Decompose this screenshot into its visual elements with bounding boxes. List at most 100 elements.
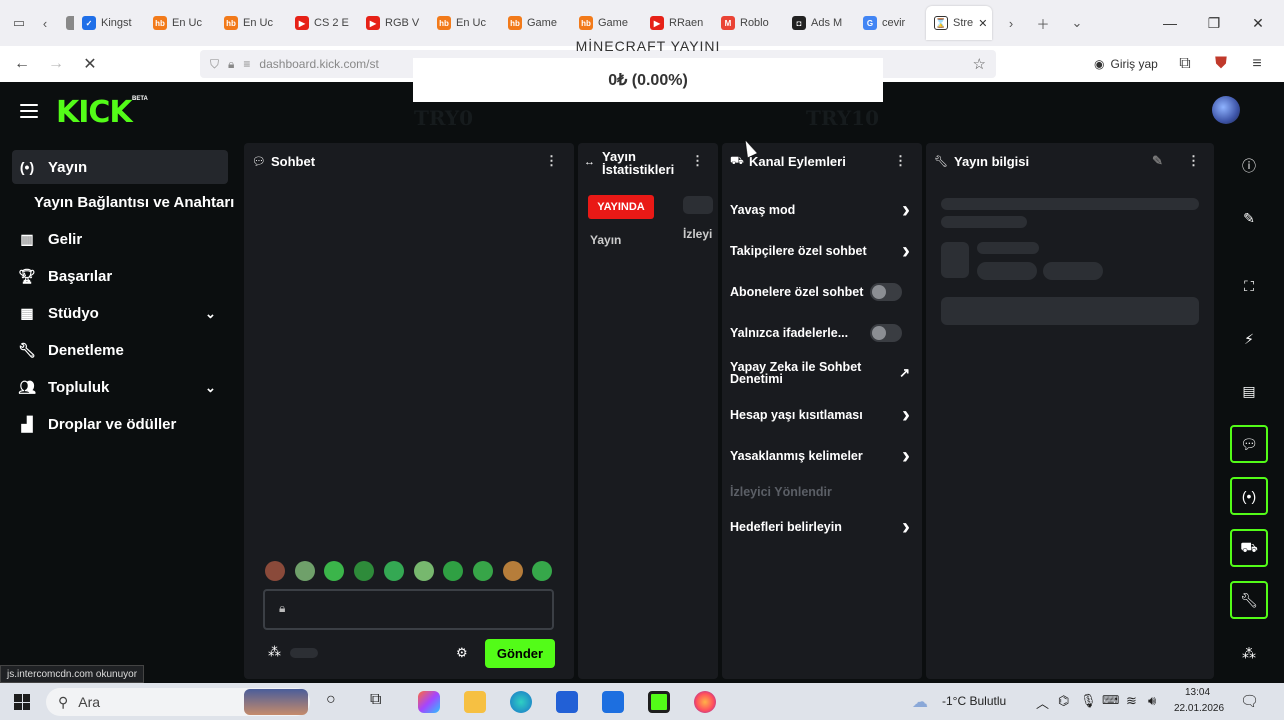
scan-icon[interactable]: ⛶	[1230, 267, 1268, 305]
tab[interactable]: ✓ Kingst	[74, 6, 145, 40]
broadcast-toggle-icon[interactable]: (•)	[1230, 477, 1268, 515]
chevron-right-icon[interactable]: ›	[902, 513, 910, 541]
weather-icon[interactable]: ☁	[912, 692, 928, 712]
windows-start-icon[interactable]	[14, 694, 30, 710]
kick-points-icon[interactable]: ⁂	[268, 644, 286, 662]
more-options-icon[interactable]: ⋮	[691, 153, 704, 169]
forward-icon[interactable]: →	[39, 49, 73, 79]
shield-icon[interactable]: ⛉	[210, 57, 219, 72]
cortana-icon[interactable]: ○	[326, 691, 348, 713]
new-tab-icon[interactable]: ＋	[1030, 10, 1056, 36]
stop-loading-icon[interactable]: ✕	[73, 49, 107, 79]
tab[interactable]: hb En Uc	[145, 6, 216, 40]
clock-time[interactable]: 13:04	[1185, 687, 1210, 698]
chevron-right-icon[interactable]: ›	[902, 196, 910, 224]
more-options-icon[interactable]: ⋮	[545, 153, 558, 169]
emote-icon[interactable]	[265, 561, 285, 581]
store-icon[interactable]	[556, 691, 578, 713]
clock-date[interactable]: 22.01.2026	[1174, 703, 1224, 714]
emote-icon[interactable]	[383, 561, 404, 581]
emote-icon[interactable]	[354, 561, 375, 581]
network-icon[interactable]: ⌬	[1058, 693, 1069, 709]
edit-icon[interactable]: ✎	[1152, 153, 1163, 169]
login-button[interactable]: ◉ Giriş yap	[1086, 51, 1166, 77]
site-settings-icon[interactable]: ≡	[243, 57, 250, 71]
tray-chevron-icon[interactable]: ︿	[1036, 693, 1049, 712]
channel-action-row[interactable]: Yapay Zeka ile Sohbet Denetimi ↗	[730, 361, 912, 386]
wifi-icon[interactable]: ≋	[1126, 693, 1137, 709]
send-button[interactable]: Gönder	[485, 639, 555, 668]
lock-icon[interactable]: 🔒︎	[228, 57, 234, 72]
channel-action-row[interactable]: Hedefleri belirleyin ›	[730, 513, 912, 540]
back-icon[interactable]: ←	[5, 49, 39, 79]
tab-scroll-right-icon[interactable]: ›	[998, 10, 1024, 36]
hamburger-menu-icon[interactable]	[20, 104, 38, 118]
task-view-icon[interactable]: ⧉	[370, 691, 392, 713]
minimize-icon[interactable]: —	[1148, 0, 1192, 46]
sidebar-item-community[interactable]: 👥︎ Topluluk ⌄	[0, 369, 240, 406]
extensions-icon[interactable]: ⧉	[1168, 49, 1202, 79]
sidebar-item-stream[interactable]: (•) Yayın	[12, 150, 228, 184]
edit-icon[interactable]: ✎	[1230, 199, 1268, 237]
chat-toggle-icon[interactable]: 💬︎	[1230, 425, 1268, 463]
channel-actions-toggle-icon[interactable]: ⛟	[1230, 529, 1268, 567]
tab-scroll-left-icon[interactable]: ‹	[32, 10, 58, 36]
sidebar-item-moderation[interactable]: 🔧︎ Denetleme	[0, 332, 240, 369]
file-explorer-icon[interactable]	[464, 691, 486, 713]
external-link-icon[interactable]: ↗	[899, 365, 910, 381]
chat-input[interactable]: 🔒︎	[263, 589, 554, 630]
kick-logo[interactable]: KICK	[56, 95, 133, 130]
notifications-icon[interactable]: 🗨︎	[1240, 692, 1259, 710]
channel-action-row[interactable]: Abonelere özel sohbet	[730, 282, 912, 302]
copilot-icon[interactable]	[418, 691, 440, 713]
volume-icon[interactable]: 🔊︎	[1148, 693, 1156, 709]
emote-icon[interactable]	[472, 561, 493, 581]
channel-action-row[interactable]: Yavaş mod ›	[730, 196, 912, 223]
sidebar-item-revenue[interactable]: ▥ Gelir	[0, 221, 240, 258]
more-options-icon[interactable]: ⋮	[1187, 153, 1200, 169]
channel-action-row[interactable]: Takipçilere özel sohbet ›	[730, 237, 912, 264]
ublock-icon[interactable]: ⛊	[1204, 49, 1238, 79]
chevron-down-icon[interactable]: ⌄	[205, 380, 216, 396]
tab[interactable]: ▶ CS 2 E	[287, 6, 358, 40]
tab-list-dropdown-icon[interactable]: ⌄	[1064, 10, 1090, 36]
channel-action-row[interactable]: Hesap yaşı kısıtlaması ›	[730, 401, 912, 428]
emote-icon[interactable]	[502, 561, 523, 581]
close-window-icon[interactable]: ✕	[1236, 0, 1280, 46]
document-icon[interactable]: ▤	[1230, 372, 1268, 410]
close-tab-icon[interactable]: ✕	[978, 17, 987, 30]
taskbar-search[interactable]: ⚲ Ara	[46, 688, 310, 716]
chevron-right-icon[interactable]: ›	[902, 442, 910, 470]
microphone-icon[interactable]: 🎙︎	[1080, 693, 1097, 709]
tab[interactable]	[58, 6, 74, 40]
mail-icon[interactable]	[602, 691, 624, 713]
avatar[interactable]	[1212, 96, 1240, 124]
more-options-icon[interactable]: ⋮	[894, 153, 907, 169]
lightning-icon[interactable]: ⚡︎	[1230, 320, 1268, 358]
emote-icon[interactable]	[413, 561, 434, 581]
kick-points-icon[interactable]: ⁂	[1230, 634, 1268, 672]
restore-icon[interactable]: ❐	[1192, 0, 1236, 46]
weather-text[interactable]: -1°C Bulutlu	[942, 694, 1006, 708]
tab[interactable]: hb En Uc	[216, 6, 287, 40]
toggle-switch[interactable]	[870, 283, 902, 301]
menu-icon[interactable]: ≡	[1240, 49, 1274, 79]
sidebar-item-stream-key[interactable]: Yayın Bağlantısı ve Anahtarı	[0, 184, 240, 221]
edge-icon[interactable]	[510, 691, 532, 713]
emote-icon[interactable]	[294, 561, 315, 581]
resize-icon[interactable]: ↔	[584, 156, 595, 168]
chat-settings-icon[interactable]: ⚙	[456, 645, 468, 661]
kick-app-icon[interactable]	[648, 691, 670, 713]
chevron-down-icon[interactable]: ⌄	[205, 306, 216, 322]
bookmark-star-icon[interactable]: ☆	[973, 55, 986, 73]
chevron-right-icon[interactable]: ›	[902, 401, 910, 429]
channel-action-row[interactable]: Yasaklanmış kelimeler ›	[730, 442, 912, 469]
channel-action-row[interactable]: Yalnızca ifadelerle...	[730, 323, 912, 343]
wrench-toggle-icon[interactable]: 🔧︎	[1230, 581, 1268, 619]
sidebar-item-drops[interactable]: ▟ Droplar ve ödüller	[0, 406, 240, 443]
tab-list-icon[interactable]: ▭	[6, 10, 32, 36]
firefox-icon[interactable]	[694, 691, 716, 713]
sidebar-item-studio[interactable]: ▦ Stüdyo ⌄	[0, 295, 240, 332]
info-icon[interactable]: ⓘ	[1230, 147, 1268, 185]
toggle-switch[interactable]	[870, 324, 902, 342]
